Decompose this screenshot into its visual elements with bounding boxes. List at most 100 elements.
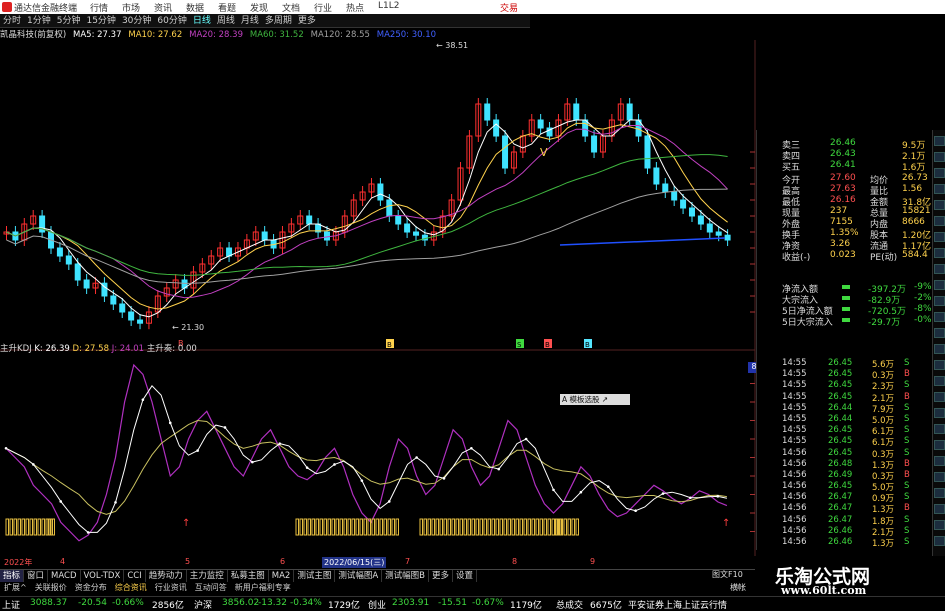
tick-row[interactable]: 14:55 26.44 5.0万 S bbox=[782, 414, 942, 426]
side-tool-icon[interactable] bbox=[934, 200, 945, 210]
tick-row[interactable]: 14:55 26.45 6.1万 S bbox=[782, 425, 942, 437]
side-tool-icon[interactable] bbox=[934, 360, 945, 370]
side-tool-icon[interactable] bbox=[934, 328, 945, 338]
info-tab[interactable]: 扩展^ bbox=[0, 582, 31, 594]
period-tab[interactable]: 15分钟 bbox=[83, 14, 118, 28]
menu-item[interactable]: 资讯 bbox=[154, 1, 186, 14]
tick-row[interactable]: 14:56 26.47 1.8万 S bbox=[782, 514, 942, 527]
side-tool-icon[interactable] bbox=[934, 472, 945, 482]
template-select-box[interactable]: A 模板选股 ↗ bbox=[560, 394, 630, 405]
period-tab[interactable]: 5分钟 bbox=[54, 14, 84, 28]
menu-item[interactable]: 发现 bbox=[250, 1, 282, 14]
kdj-dot bbox=[497, 467, 501, 471]
side-tool-icon[interactable] bbox=[934, 456, 945, 466]
indicator-tab[interactable]: VOL-TDX bbox=[81, 570, 125, 582]
tick-price: 26.47 bbox=[828, 514, 853, 525]
info-tab[interactable]: 新用户福利专享 bbox=[231, 582, 295, 594]
side-tool-icon[interactable] bbox=[934, 392, 945, 402]
menu-item[interactable]: 市场 bbox=[122, 1, 154, 14]
indicator-tab[interactable]: CCI bbox=[124, 570, 146, 582]
tick-row[interactable]: 14:56 26.45 5.0万 S bbox=[782, 481, 942, 493]
tick-row[interactable]: 14:55 26.45 2.3万 S bbox=[782, 380, 942, 392]
signal-bar bbox=[439, 518, 443, 536]
period-tab[interactable]: 月线 bbox=[238, 14, 262, 28]
side-tool-icon[interactable] bbox=[934, 152, 945, 162]
tick-row[interactable]: 14:55 26.44 7.9万 S bbox=[782, 403, 942, 415]
tick-row[interactable]: 14:55 26.45 5.6万 S bbox=[782, 358, 942, 370]
indicator-tab[interactable]: 私募主图 bbox=[228, 570, 269, 582]
tick-row[interactable]: 14:56 26.49 0.3万 B bbox=[782, 470, 942, 482]
tick-side: S bbox=[904, 537, 910, 547]
trade-menu[interactable]: 交易 bbox=[500, 1, 518, 14]
side-tool-icon[interactable] bbox=[934, 408, 945, 418]
indicator-tab[interactable]: 设置 bbox=[453, 570, 478, 582]
tick-row[interactable]: 14:56 26.48 1.3万 B bbox=[782, 459, 942, 471]
indicator-tab[interactable]: MACD bbox=[48, 570, 81, 582]
side-tool-icon[interactable] bbox=[934, 520, 945, 530]
tick-row[interactable]: 14:56 26.46 2.1万 S bbox=[782, 526, 942, 538]
menu-item[interactable]: 行情 bbox=[90, 1, 122, 14]
side-tool-icon[interactable] bbox=[934, 488, 945, 498]
menu-item[interactable]: 数据 bbox=[186, 1, 218, 14]
info-tab[interactable]: 行业资讯 bbox=[151, 582, 191, 594]
menu-item[interactable]: 行业 bbox=[314, 1, 346, 14]
flow-row: 净流入额 -397.2万 -9% bbox=[782, 282, 932, 295]
tick-row[interactable]: 14:56 26.46 1.3万 S bbox=[782, 537, 942, 549]
tick-list[interactable]: 14:55 26.45 5.6万 S 14:55 26.45 0.3万 B 14:55 26.45… bbox=[782, 358, 942, 549]
side-tool-icon[interactable] bbox=[934, 136, 945, 146]
indicator-tab[interactable]: MA2 bbox=[269, 570, 295, 582]
period-tab[interactable]: 1分钟 bbox=[24, 14, 54, 28]
tick-row[interactable]: 14:55 26.45 0.3万 B bbox=[782, 369, 942, 381]
candle bbox=[626, 103, 633, 121]
side-tool-icon[interactable] bbox=[934, 216, 945, 226]
side-tool-icon[interactable] bbox=[934, 536, 945, 546]
tick-vol: 0.3万 bbox=[872, 471, 895, 482]
info-tab[interactable]: 资金分布 bbox=[71, 582, 111, 594]
menu-item[interactable]: L1L2 bbox=[378, 1, 410, 14]
info-tab[interactable]: 互动问答 bbox=[191, 582, 231, 594]
side-tool-icon[interactable] bbox=[934, 504, 945, 514]
side-tool-icon[interactable] bbox=[934, 184, 945, 194]
tick-row[interactable]: 14:55 26.45 2.1万 B bbox=[782, 392, 942, 404]
side-tool-icon[interactable] bbox=[934, 296, 945, 306]
side-tool-icon[interactable] bbox=[934, 312, 945, 322]
tick-row[interactable]: 14:56 26.45 0.3万 S bbox=[782, 448, 942, 460]
menu-item[interactable]: 文档 bbox=[282, 1, 314, 14]
period-tab[interactable]: 更多 bbox=[295, 14, 319, 28]
side-tool-icon[interactable] bbox=[934, 168, 945, 178]
indicator-tab[interactable]: 测试主图 bbox=[294, 570, 336, 582]
period-tab[interactable]: 30分钟 bbox=[119, 14, 154, 28]
indicator-tab[interactable]: 测试幅图B bbox=[382, 570, 429, 582]
side-tool-icon[interactable] bbox=[934, 424, 945, 434]
f10-tab[interactable]: 图文F10 bbox=[712, 569, 743, 580]
menu-item[interactable]: 看题 bbox=[218, 1, 250, 14]
indicator-tab[interactable]: 趋势动力 bbox=[146, 570, 187, 582]
side-tool-icon[interactable] bbox=[934, 264, 945, 274]
period-tab[interactable]: 周线 bbox=[214, 14, 238, 28]
indicator-tab[interactable]: 指标 bbox=[0, 570, 25, 582]
candle bbox=[680, 199, 687, 209]
signal-bar bbox=[543, 518, 547, 536]
period-tab[interactable]: 分时 bbox=[0, 14, 24, 28]
side-tool-icon[interactable] bbox=[934, 376, 945, 386]
side-tool-icon[interactable] bbox=[934, 248, 945, 258]
side-tool-icon[interactable] bbox=[934, 344, 945, 354]
tick-row[interactable]: 14:56 26.47 0.9万 S bbox=[782, 492, 942, 504]
side-tool-icon[interactable] bbox=[934, 440, 945, 450]
side-tool-icon[interactable] bbox=[934, 280, 945, 290]
period-tab[interactable]: 60分钟 bbox=[154, 14, 189, 28]
side-tool-icon[interactable] bbox=[934, 232, 945, 242]
period-tab[interactable]: 多周期 bbox=[262, 14, 295, 28]
indicator-tab[interactable]: 测试幅图A bbox=[335, 570, 383, 582]
horizontal-tab[interactable]: 横帐 bbox=[730, 582, 746, 593]
tick-row[interactable]: 14:56 26.47 1.3万 B bbox=[782, 503, 942, 515]
kline-chart-area[interactable]: 32.0031.0030.0029.0028.0027.0026.0025.00… bbox=[0, 40, 782, 556]
indicator-tab[interactable]: 窗口 bbox=[24, 570, 49, 582]
info-tab[interactable]: 综合资讯 bbox=[111, 582, 151, 594]
menu-item[interactable]: 热点 bbox=[346, 1, 378, 14]
indicator-tab[interactable]: 更多 bbox=[429, 570, 454, 582]
indicator-tab[interactable]: 主力监控 bbox=[187, 570, 228, 582]
tick-row[interactable]: 14:55 26.45 6.1万 S bbox=[782, 436, 942, 448]
info-tab[interactable]: 关联报价 bbox=[31, 582, 71, 594]
period-tab[interactable]: 日线 bbox=[190, 14, 214, 28]
